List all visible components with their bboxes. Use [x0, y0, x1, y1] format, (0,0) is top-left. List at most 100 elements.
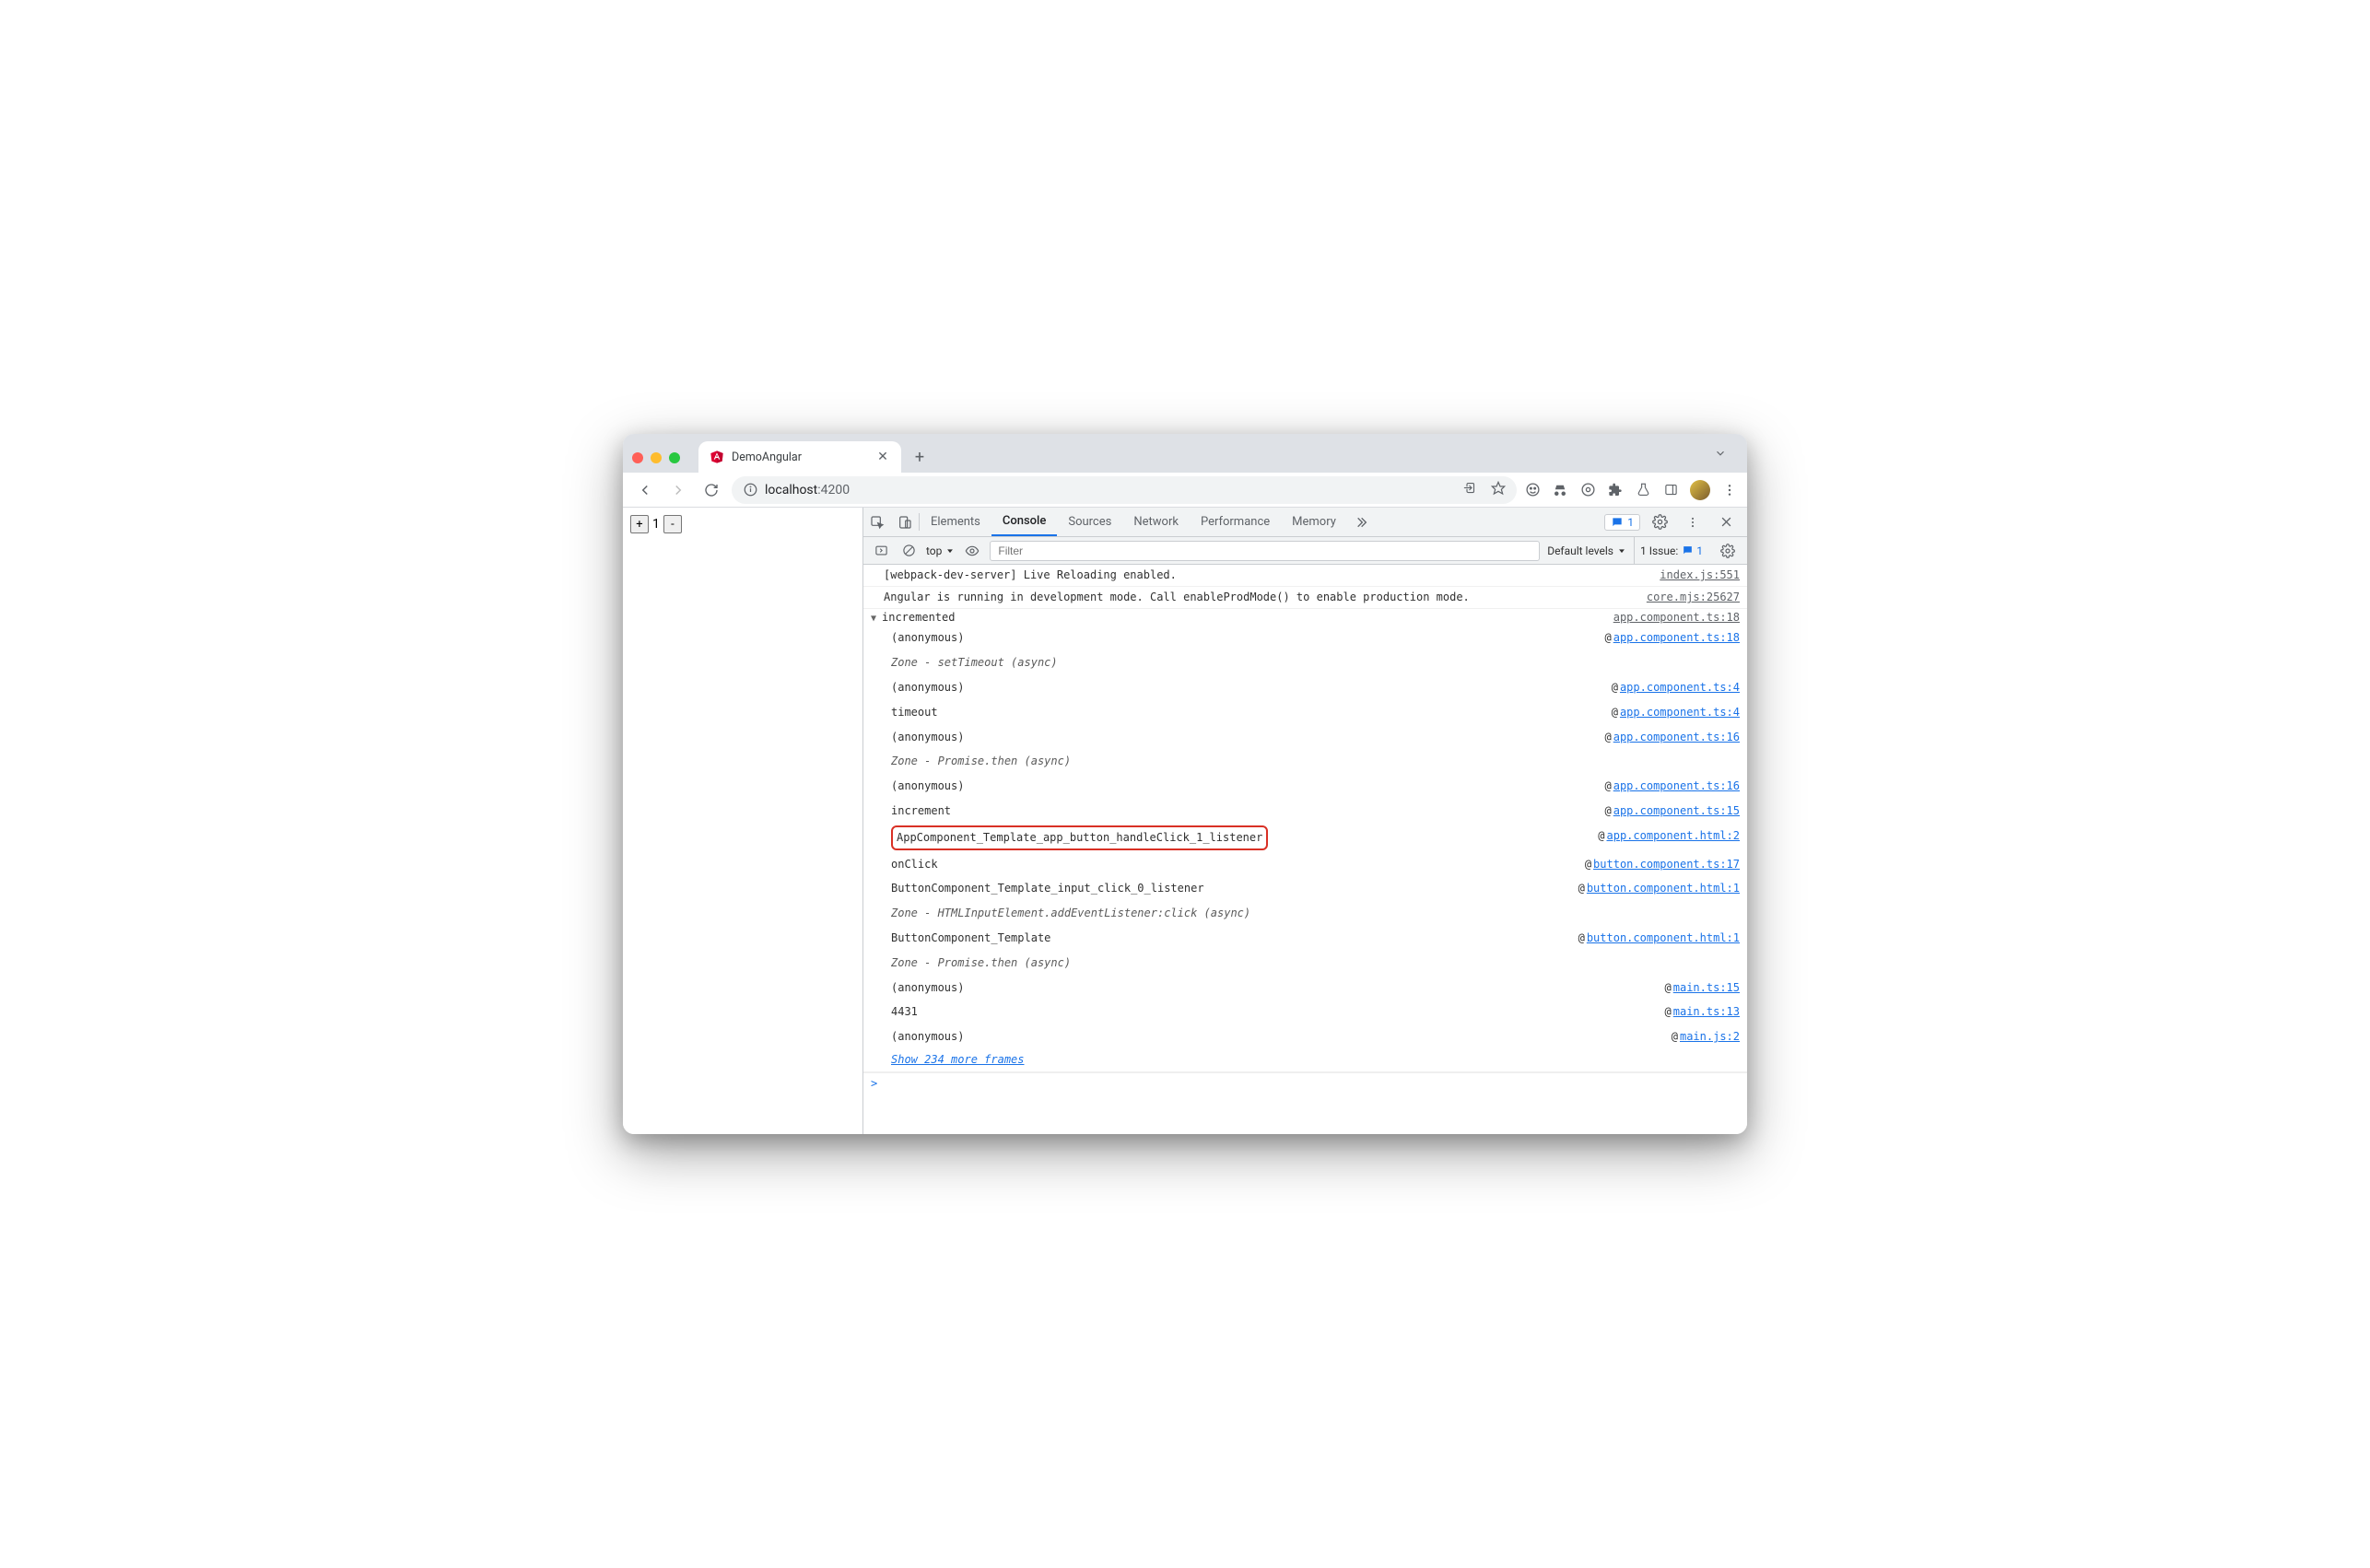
source-link[interactable]: core.mjs:25627 [1647, 589, 1740, 606]
frame-source-link[interactable]: app.component.ts:15 [1613, 801, 1740, 822]
frame-source-link[interactable]: app.component.ts:16 [1613, 776, 1740, 797]
extension-icon-3[interactable] [1579, 482, 1596, 498]
incognito-icon[interactable] [1552, 482, 1568, 498]
extensions-puzzle-icon[interactable] [1607, 482, 1624, 498]
frame-source-link[interactable]: app.component.html:2 [1607, 825, 1741, 850]
maximize-window-button[interactable] [669, 452, 680, 463]
frame-function: AppComponent_Template_app_button_handleC… [891, 825, 1268, 850]
stack-frame: (anonymous)@ app.component.ts:16 [863, 725, 1747, 750]
url-text: localhost:4200 [765, 483, 850, 497]
live-expression-icon[interactable] [962, 544, 982, 558]
settings-gear-icon[interactable] [1646, 514, 1673, 530]
log-message: Angular is running in development mode. … [884, 589, 1647, 606]
tab-elements[interactable]: Elements [920, 508, 991, 536]
browser-menu-icon[interactable] [1721, 482, 1738, 498]
log-message: [webpack-dev-server] Live Reloading enab… [884, 567, 1660, 584]
angular-favicon [710, 450, 724, 464]
stack-frame: Zone - setTimeout (async) [863, 650, 1747, 675]
site-info-icon[interactable] [743, 483, 757, 497]
tab-strip: DemoAngular ✕ + [623, 434, 1747, 473]
frame-function: onClick [891, 854, 938, 875]
stack-frame: Zone - Promise.then (async) [863, 749, 1747, 774]
share-icon[interactable] [1462, 481, 1476, 498]
frame-function: Zone - Promise.then (async) [891, 953, 1071, 974]
messages-badge[interactable]: 1 [1604, 514, 1640, 531]
extension-icon-1[interactable] [1524, 482, 1541, 498]
show-more-link[interactable]: Show 234 more frames [891, 1053, 1025, 1066]
tab-sources[interactable]: Sources [1057, 508, 1122, 536]
console-toolbar: top Default levels 1 Issue: 1 [863, 537, 1747, 565]
page-body: + 1 - [623, 508, 862, 1134]
context-selector[interactable]: top [926, 544, 955, 557]
profile-avatar[interactable] [1690, 480, 1710, 500]
counter-value: 1 [651, 517, 662, 532]
console-sidebar-toggle-icon[interactable] [871, 544, 891, 557]
stack-frame: (anonymous)@ main.js:2 [863, 1024, 1747, 1049]
devtools-tab-bar: Elements Console Sources Network Perform… [863, 508, 1747, 537]
stack-frame: Zone - HTMLInputElement.addEventListener… [863, 901, 1747, 926]
disclosure-triangle-icon[interactable]: ▼ [871, 611, 882, 624]
stack-frame: Zone - Promise.then (async) [863, 951, 1747, 976]
reload-button[interactable] [698, 477, 724, 503]
stack-frame: 4431@ main.ts:13 [863, 1000, 1747, 1024]
inspect-element-icon[interactable] [863, 508, 891, 536]
frame-function: (anonymous) [891, 627, 964, 649]
frame-function: (anonymous) [891, 727, 964, 748]
frame-function: (anonymous) [891, 776, 964, 797]
source-link[interactable]: app.component.ts:18 [1613, 611, 1740, 624]
filter-input[interactable] [990, 541, 1540, 561]
tab-overflow-button[interactable] [1714, 446, 1727, 463]
stack-trace-group: ▼ incremented app.component.ts:18 (anony… [863, 609, 1747, 1072]
console-output: [webpack-dev-server] Live Reloading enab… [863, 565, 1747, 1134]
clear-console-icon[interactable] [898, 544, 919, 557]
stack-frame: (anonymous)@ app.component.ts:18 [863, 626, 1747, 650]
frame-function: 4431 [891, 1001, 918, 1023]
close-devtools-icon[interactable] [1712, 515, 1740, 529]
frame-source-link[interactable]: button.component.html:1 [1587, 928, 1740, 949]
more-tabs-icon[interactable] [1347, 508, 1375, 536]
trace-header[interactable]: ▼ incremented app.component.ts:18 [863, 609, 1747, 626]
frame-source-link[interactable]: main.ts:13 [1673, 1001, 1740, 1023]
source-link[interactable]: index.js:551 [1660, 567, 1740, 584]
labs-flask-icon[interactable] [1635, 482, 1651, 498]
device-toggle-icon[interactable] [891, 508, 919, 536]
stack-frame: ButtonComponent_Template_input_click_0_l… [863, 876, 1747, 901]
forward-button[interactable] [665, 477, 691, 503]
console-prompt[interactable]: > [863, 1072, 1747, 1094]
browser-tab[interactable]: DemoAngular ✕ [698, 441, 901, 473]
frame-source-link[interactable]: app.component.ts:4 [1620, 677, 1740, 698]
console-settings-gear-icon[interactable] [1716, 544, 1740, 558]
panel-icon[interactable] [1662, 482, 1679, 498]
stack-frame: (anonymous)@ app.component.ts:4 [863, 675, 1747, 700]
decrement-button[interactable]: - [663, 515, 682, 533]
close-tab-icon[interactable]: ✕ [875, 450, 890, 464]
frame-source-link[interactable]: app.component.ts:16 [1613, 727, 1740, 748]
new-tab-button[interactable]: + [907, 444, 933, 470]
increment-button[interactable]: + [630, 515, 649, 533]
back-button[interactable] [632, 477, 658, 503]
minimize-window-button[interactable] [651, 452, 662, 463]
frame-source-link[interactable]: main.js:2 [1680, 1026, 1740, 1047]
frame-source-link[interactable]: button.component.html:1 [1587, 878, 1740, 899]
tab-network[interactable]: Network [1122, 508, 1190, 536]
issues-counter[interactable]: 1 Issue: 1 [1634, 537, 1708, 564]
counter-widget: + 1 - [630, 515, 855, 533]
devtools-menu-icon[interactable] [1679, 516, 1707, 529]
stack-frame: (anonymous)@ main.ts:15 [863, 976, 1747, 1000]
stack-frame: ButtonComponent_Template@ button.compone… [863, 926, 1747, 951]
frame-function: Zone - setTimeout (async) [891, 652, 1058, 673]
frame-source-link[interactable]: button.component.ts:17 [1593, 854, 1740, 875]
frame-source-link[interactable]: app.component.ts:4 [1620, 702, 1740, 723]
tab-performance[interactable]: Performance [1190, 508, 1281, 536]
tab-memory[interactable]: Memory [1281, 508, 1347, 536]
tab-console[interactable]: Console [991, 508, 1057, 536]
stack-frame: timeout@ app.component.ts:4 [863, 700, 1747, 725]
close-window-button[interactable] [632, 452, 643, 463]
content-area: + 1 - Elements Console Sources Network P… [623, 508, 1747, 1134]
log-levels-selector[interactable]: Default levels [1547, 544, 1626, 557]
bookmark-star-icon[interactable] [1491, 481, 1506, 499]
frame-source-link[interactable]: app.component.ts:18 [1613, 627, 1740, 649]
address-bar[interactable]: localhost:4200 [732, 476, 1517, 504]
frame-source-link[interactable]: main.ts:15 [1673, 977, 1740, 999]
frame-function: ButtonComponent_Template_input_click_0_l… [891, 878, 1204, 899]
